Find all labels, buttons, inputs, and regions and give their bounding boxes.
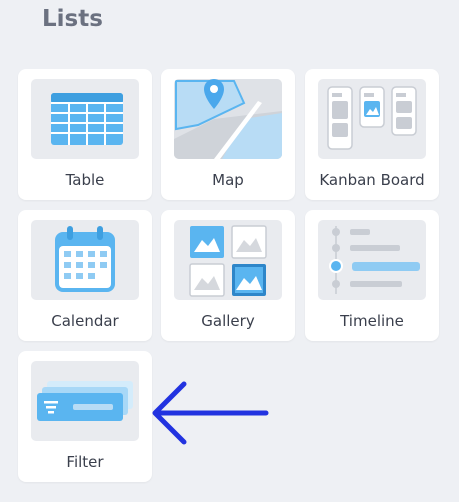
view-card-calendar[interactable]: Calendar — [18, 210, 152, 341]
filter-icon — [31, 361, 139, 441]
view-card-gallery[interactable]: Gallery — [161, 210, 295, 341]
view-card-filter[interactable]: Filter — [18, 351, 152, 482]
card-label-table: Table — [65, 171, 105, 189]
card-label-gallery: Gallery — [201, 312, 255, 330]
card-label-timeline: Timeline — [340, 312, 404, 330]
table-icon — [31, 79, 139, 159]
view-card-timeline[interactable]: Timeline — [305, 210, 439, 341]
gallery-icon — [174, 220, 282, 300]
card-label-filter: Filter — [66, 453, 104, 471]
section-title: Lists — [42, 6, 103, 32]
view-card-kanban[interactable]: Kanban Board — [305, 69, 439, 200]
view-card-map[interactable]: Map — [161, 69, 295, 200]
kanban-icon — [318, 79, 426, 159]
calendar-icon — [31, 220, 139, 300]
card-label-kanban: Kanban Board — [319, 171, 425, 189]
arrow-left-icon — [148, 378, 270, 452]
view-card-table[interactable]: Table — [18, 69, 152, 200]
card-label-map: Map — [212, 171, 244, 189]
card-label-calendar: Calendar — [51, 312, 119, 330]
timeline-icon — [318, 220, 426, 300]
map-icon — [174, 79, 282, 159]
